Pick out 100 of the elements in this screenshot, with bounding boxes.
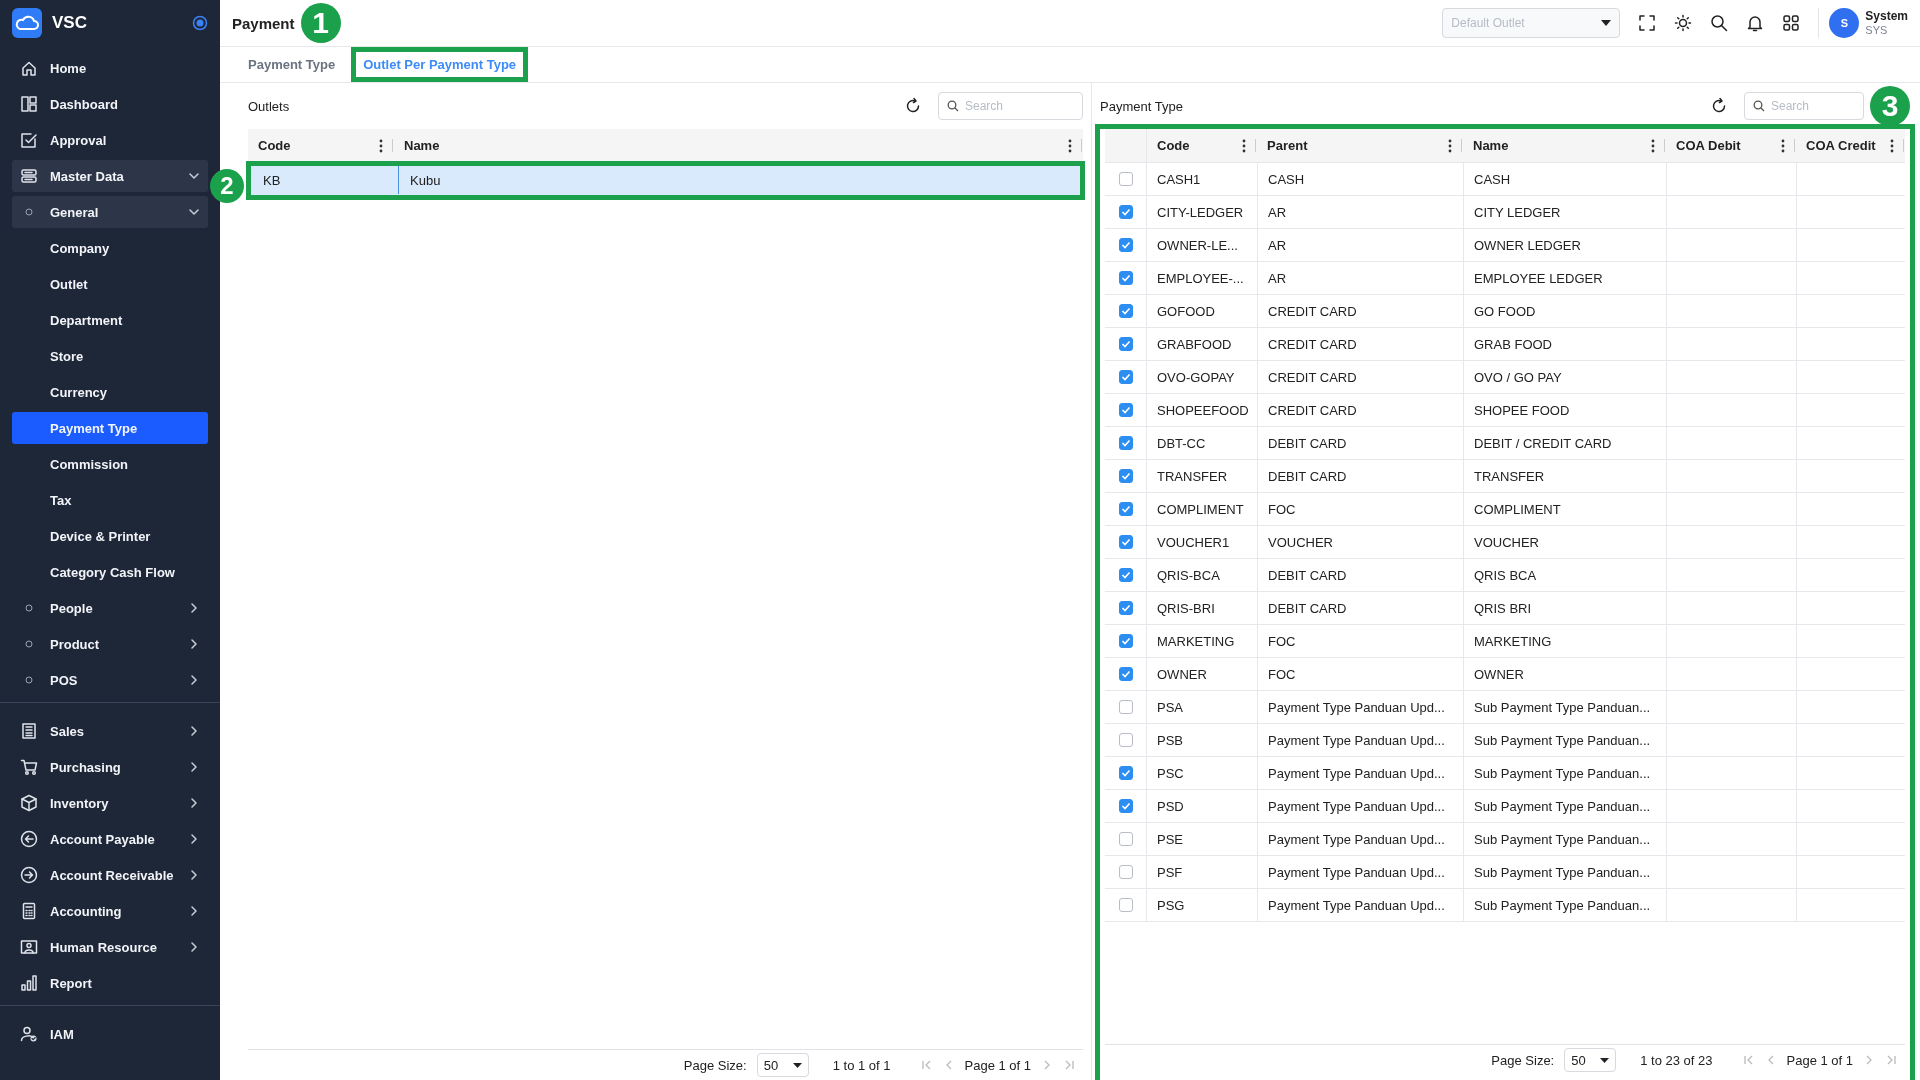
sidebar-item[interactable]: Currency bbox=[12, 376, 208, 408]
check-icon bbox=[1120, 801, 1131, 811]
search-field[interactable]: Search bbox=[938, 92, 1083, 120]
checkbox[interactable] bbox=[1118, 469, 1133, 483]
apps-grid-icon[interactable] bbox=[1782, 14, 1801, 32]
table-cell-text: PSA bbox=[1156, 698, 1184, 717]
sidebar-item[interactable]: Payment Type bbox=[12, 412, 208, 444]
last-page-icon[interactable] bbox=[1885, 1054, 1897, 1066]
sidebar-item[interactable]: Sales bbox=[12, 715, 208, 747]
checkbox[interactable] bbox=[1118, 832, 1133, 846]
avatar[interactable]: S bbox=[1829, 8, 1860, 38]
check-icon bbox=[1120, 339, 1131, 349]
bell-icon[interactable] bbox=[1746, 14, 1765, 32]
sidebar-item[interactable]: General bbox=[12, 196, 208, 228]
table-cell: DEBIT CARD bbox=[1257, 460, 1463, 492]
checkbox[interactable] bbox=[1118, 370, 1133, 384]
sun-icon[interactable] bbox=[1674, 14, 1693, 32]
checkbox[interactable] bbox=[1118, 337, 1133, 351]
checkbox[interactable] bbox=[1118, 238, 1133, 252]
sidebar-item[interactable]: Tax bbox=[12, 484, 208, 516]
sidebar-item[interactable]: Approval bbox=[12, 124, 208, 156]
first-page-icon[interactable] bbox=[1742, 1054, 1755, 1066]
column-menu-icon[interactable] bbox=[1651, 138, 1655, 153]
column-menu-icon[interactable] bbox=[1781, 138, 1785, 153]
checkbox[interactable] bbox=[1118, 733, 1133, 747]
checkbox[interactable] bbox=[1118, 799, 1133, 813]
checkbox[interactable] bbox=[1118, 634, 1133, 648]
sidebar-item[interactable]: Company bbox=[12, 232, 208, 264]
table-cell: EMPLOYEE LEDGER bbox=[1463, 262, 1666, 294]
sidebar-item[interactable]: POS bbox=[12, 664, 208, 696]
checkbox[interactable] bbox=[1118, 304, 1133, 318]
sidebar-item[interactable]: Report bbox=[12, 967, 208, 999]
sidebar-item[interactable]: Commission bbox=[12, 448, 208, 480]
sidebar-item[interactable]: Device & Printer bbox=[12, 520, 208, 552]
column-menu-icon[interactable] bbox=[379, 138, 383, 153]
checkbox[interactable] bbox=[1118, 601, 1133, 615]
table-cell-text: SHOPEEFOOD bbox=[1156, 401, 1250, 420]
column-menu-icon[interactable] bbox=[1242, 138, 1246, 153]
checkbox[interactable] bbox=[1118, 865, 1133, 879]
checkbox[interactable] bbox=[1118, 568, 1133, 582]
sidebar-item[interactable]: People bbox=[12, 592, 208, 624]
sidebar-item[interactable]: Home bbox=[12, 52, 208, 84]
checkbox[interactable] bbox=[1118, 172, 1133, 186]
table-cell-text: GOFOOD bbox=[1156, 302, 1216, 321]
sidebar-item[interactable]: Account Payable bbox=[12, 823, 208, 855]
checkbox[interactable] bbox=[1118, 205, 1133, 219]
column-header[interactable]: COA Credit bbox=[1796, 129, 1905, 162]
refresh-icon[interactable] bbox=[1710, 97, 1728, 115]
bar-chart-icon bbox=[20, 974, 38, 992]
column-header[interactable]: Code bbox=[1147, 129, 1257, 162]
user-name: System bbox=[1865, 9, 1908, 23]
sidebar-item[interactable]: Outlet bbox=[12, 268, 208, 300]
column-header[interactable]: COA Debit bbox=[1666, 129, 1796, 162]
sidebar-item[interactable]: Inventory bbox=[12, 787, 208, 819]
column-header[interactable]: Code bbox=[248, 129, 394, 162]
search-field[interactable]: Search bbox=[1744, 92, 1864, 120]
check-icon bbox=[1120, 570, 1131, 580]
table-cell: Payment Type Panduan Upd... bbox=[1257, 724, 1463, 756]
checkbox[interactable] bbox=[1118, 700, 1133, 714]
table-row[interactable]: KB Kubu bbox=[248, 163, 1083, 198]
checkbox[interactable] bbox=[1118, 502, 1133, 516]
box-icon bbox=[20, 794, 38, 812]
checkbox[interactable] bbox=[1118, 403, 1133, 417]
sidebar-item[interactable]: IAM bbox=[12, 1018, 208, 1050]
column-header[interactable]: Parent bbox=[1257, 129, 1463, 162]
last-page-icon[interactable] bbox=[1063, 1059, 1075, 1071]
sidebar-item[interactable]: Category Cash Flow bbox=[12, 556, 208, 588]
checkbox[interactable] bbox=[1118, 766, 1133, 780]
column-menu-icon[interactable] bbox=[1448, 138, 1452, 153]
page-size-select[interactable]: 50 bbox=[756, 1053, 809, 1077]
sidebar-item[interactable]: Purchasing bbox=[12, 751, 208, 783]
sidebar-item[interactable]: Master Data bbox=[12, 160, 208, 192]
sidebar-item[interactable]: Department bbox=[12, 304, 208, 336]
column-menu-icon[interactable] bbox=[1890, 138, 1894, 153]
checkbox[interactable] bbox=[1118, 898, 1133, 912]
column-header[interactable]: Name bbox=[394, 129, 1083, 162]
first-page-icon[interactable] bbox=[920, 1059, 933, 1071]
column-menu-icon[interactable] bbox=[1068, 138, 1072, 153]
radio-dot-icon[interactable] bbox=[192, 15, 208, 31]
checkbox[interactable] bbox=[1118, 535, 1133, 549]
sidebar-item[interactable]: Account Receivable bbox=[12, 859, 208, 891]
sidebar-item[interactable]: Human Resource bbox=[12, 931, 208, 963]
tab[interactable]: Payment Type bbox=[240, 47, 344, 82]
refresh-icon[interactable] bbox=[904, 97, 922, 115]
checkbox[interactable] bbox=[1118, 271, 1133, 285]
page-size-select[interactable]: 50 bbox=[1564, 1048, 1617, 1072]
sidebar-item[interactable]: Accounting bbox=[12, 895, 208, 927]
table-cell: DEBIT CARD bbox=[1257, 592, 1463, 624]
checkbox[interactable] bbox=[1118, 436, 1133, 450]
check-icon bbox=[1120, 207, 1131, 217]
fullscreen-icon[interactable] bbox=[1638, 14, 1657, 32]
check-icon bbox=[1120, 438, 1131, 448]
sidebar-item[interactable]: Product bbox=[12, 628, 208, 660]
search-icon[interactable] bbox=[1710, 14, 1729, 32]
sidebar-item[interactable]: Store bbox=[12, 340, 208, 372]
sidebar-item[interactable]: Dashboard bbox=[12, 88, 208, 120]
callout-badge: 1 bbox=[300, 3, 341, 43]
user-check-icon bbox=[20, 1025, 38, 1043]
checkbox[interactable] bbox=[1118, 667, 1133, 681]
column-header[interactable]: Name bbox=[1463, 129, 1666, 162]
